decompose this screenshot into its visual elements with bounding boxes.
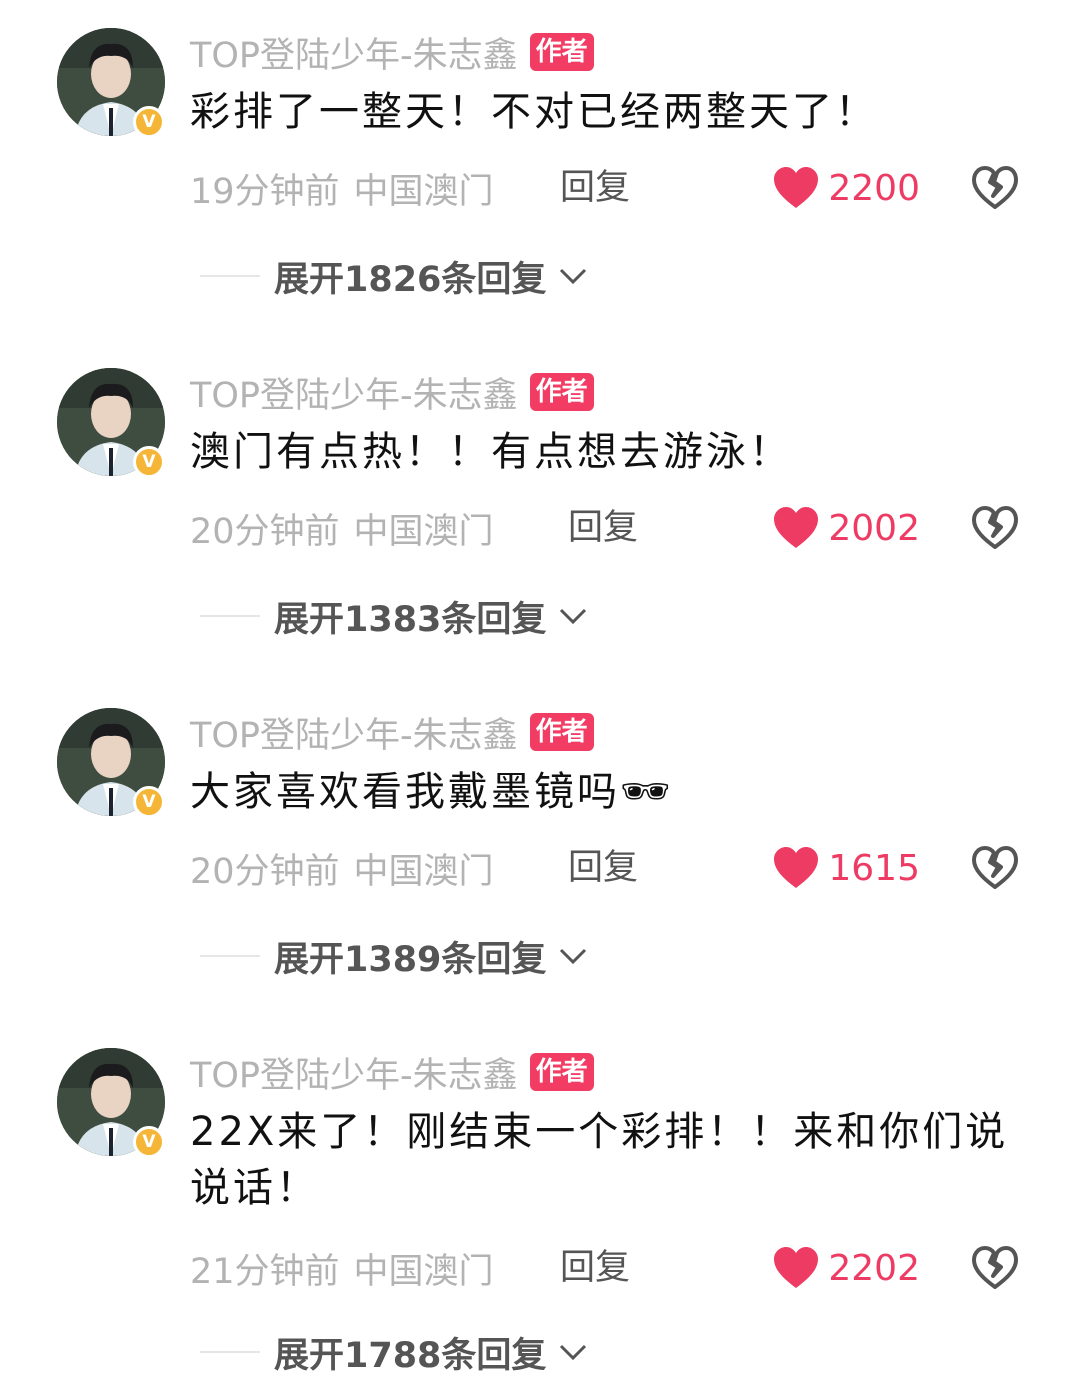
broken-heart-icon[interactable] xyxy=(970,1243,1020,1293)
comment-time: 20分钟前 xyxy=(190,511,340,552)
broken-heart-icon[interactable] xyxy=(970,503,1020,553)
expand-replies-label: 展开1383条回复 xyxy=(274,599,547,640)
like-count: 2002 xyxy=(828,507,920,549)
reply-button[interactable]: 回复 xyxy=(560,1240,630,1296)
expand-replies-label: 展开1389条回复 xyxy=(274,939,547,980)
comment-location: 中国澳门 xyxy=(353,851,494,892)
like-button[interactable]: 2002 xyxy=(772,500,920,556)
comment-time: 20分钟前 xyxy=(190,851,340,892)
chevron-down-icon xyxy=(560,608,587,625)
divider xyxy=(200,275,260,277)
expand-replies-button[interactable]: 展开1788条回复 xyxy=(200,1324,588,1380)
comment-header: TOP登陆少年-朱志鑫 作者 xyxy=(190,30,594,76)
like-count: 2200 xyxy=(828,167,920,209)
broken-heart-icon[interactable] xyxy=(970,163,1020,213)
comment-header: TOP登陆少年-朱志鑫 作者 xyxy=(190,370,594,416)
chevron-down-icon xyxy=(560,1344,587,1361)
reply-button[interactable]: 回复 xyxy=(560,160,630,216)
comment-time: 19分钟前 xyxy=(190,171,340,212)
comment-text: 彩排了一整天！不对已经两整天了！ xyxy=(190,89,878,135)
like-count: 1615 xyxy=(828,847,920,889)
reply-button[interactable]: 回复 xyxy=(568,840,638,896)
comment-location: 中国澳门 xyxy=(353,1251,494,1292)
author-badge: 作者 xyxy=(529,1053,594,1091)
divider xyxy=(200,1351,260,1353)
like-button[interactable]: 2200 xyxy=(772,160,920,216)
verified-badge-icon: V xyxy=(133,446,165,478)
comment-location: 中国澳门 xyxy=(353,171,494,212)
comment-text: 22X来了！刚结束一个彩排！！来和你们说说话！ xyxy=(190,1109,1009,1211)
like-button[interactable]: 1615 xyxy=(772,840,920,896)
verified-badge-icon: V xyxy=(133,106,165,138)
verified-badge-icon: V xyxy=(133,1126,165,1158)
username[interactable]: TOP登陆少年-朱志鑫 xyxy=(190,27,518,78)
heart-icon xyxy=(774,507,819,548)
comment-text: 澳门有点热！！有点想去游泳！ xyxy=(190,429,792,475)
comment-header: TOP登陆少年-朱志鑫 作者 xyxy=(190,710,594,756)
author-badge: 作者 xyxy=(529,373,594,411)
expand-replies-label: 展开1788条回复 xyxy=(274,1335,547,1376)
comment-meta: 20分钟前 中国澳门 xyxy=(190,840,494,896)
comment-time: 21分钟前 xyxy=(190,1251,340,1292)
comment-meta: 20分钟前 中国澳门 xyxy=(190,500,494,556)
author-badge: 作者 xyxy=(529,713,594,751)
expand-replies-button[interactable]: 展开1389条回复 xyxy=(200,928,588,984)
username[interactable]: TOP登陆少年-朱志鑫 xyxy=(190,1047,518,1098)
reply-button[interactable]: 回复 xyxy=(568,500,638,556)
like-count: 2202 xyxy=(828,1247,920,1289)
heart-icon xyxy=(774,167,819,208)
comment-meta: 21分钟前 中国澳门 xyxy=(190,1240,494,1296)
comment-header: TOP登陆少年-朱志鑫 作者 xyxy=(190,1050,594,1096)
comment-meta: 19分钟前 中国澳门 xyxy=(190,160,494,216)
like-button[interactable]: 2202 xyxy=(772,1240,920,1296)
heart-icon xyxy=(774,1247,819,1288)
verified-badge-icon: V xyxy=(133,786,165,818)
broken-heart-icon[interactable] xyxy=(970,843,1020,893)
username[interactable]: TOP登陆少年-朱志鑫 xyxy=(190,367,518,418)
author-badge: 作者 xyxy=(529,33,594,71)
username[interactable]: TOP登陆少年-朱志鑫 xyxy=(190,707,518,758)
chevron-down-icon xyxy=(560,268,587,285)
comment-text: 大家喜欢看我戴墨镜吗🕶 xyxy=(190,769,674,815)
divider xyxy=(200,615,260,617)
expand-replies-label: 展开1826条回复 xyxy=(274,259,547,300)
comment-location: 中国澳门 xyxy=(353,511,494,552)
expand-replies-button[interactable]: 展开1826条回复 xyxy=(200,248,588,304)
expand-replies-button[interactable]: 展开1383条回复 xyxy=(200,588,588,644)
heart-icon xyxy=(774,847,819,888)
chevron-down-icon xyxy=(560,948,587,965)
divider xyxy=(200,955,260,957)
